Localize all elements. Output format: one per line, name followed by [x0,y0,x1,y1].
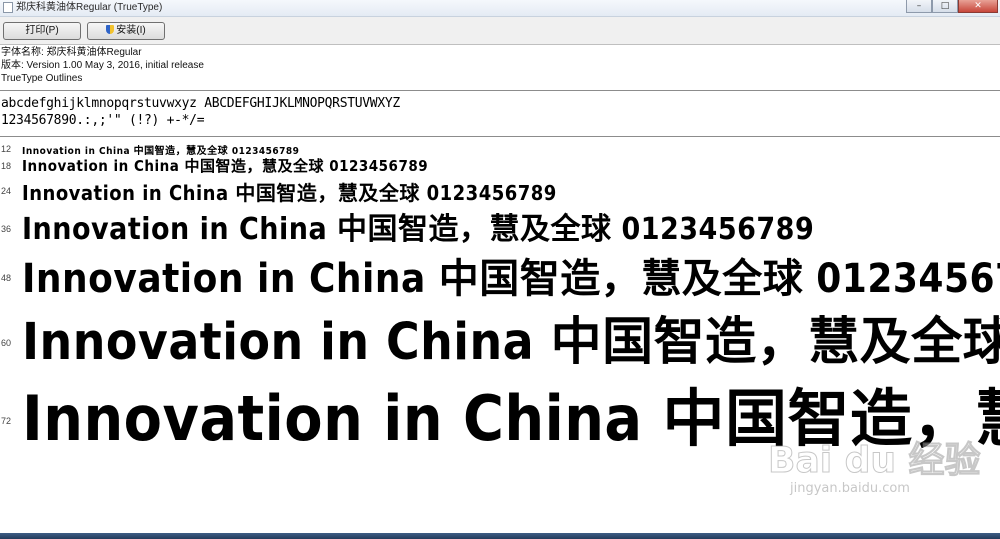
window-controls: – □ ✕ [906,0,998,14]
divider [0,136,1000,137]
sample-text: Innovation in China 中国智造，慧及全球 0123456789 [22,256,1000,298]
print-button-label: 打印(P) [25,25,59,36]
baidu-watermark: Bai du 经验 jingyan.baidu.com [768,440,982,521]
sample-text: Innovation in China 中国智造，慧及全球 0123456789 [22,157,429,175]
font-outline-line: TrueType Outlines [1,73,83,84]
sample-row-48: 48 Innovation in China 中国智造，慧及全球 0123456… [0,246,1000,298]
sample-row-24: 24 Innovation in China 中国智造，慧及全球 0123456… [0,177,1000,205]
sample-text: Innovation in China 中国智造，慧及全球 0123456789 [22,146,300,156]
sample-size-label: 36 [1,224,12,234]
sample-row-18: 18 Innovation in China 中国智造，慧及全球 0123456… [0,155,1000,177]
font-file-icon [3,2,13,13]
sample-text: Innovation in China 中国智造，慧及全球 0123456789 [22,212,815,244]
sample-size-label: 72 [1,416,12,426]
sample-row-12: 12 Innovation in China 中国智造，慧及全球 0123456… [0,142,1000,156]
toolbar: 打印(P) 安装(I) [0,17,1000,45]
sample-row-72: 72 Innovation in China 中国智造，慧及全球 0123456… [0,368,1000,452]
maximize-button[interactable]: □ [932,0,958,13]
window-title: 郑庆科黄油体Regular (TrueType) [16,2,163,13]
title-bar[interactable]: 郑庆科黄油体Regular (TrueType) – □ ✕ [0,0,1000,17]
sample-row-36: 36 Innovation in China 中国智造，慧及全球 0123456… [0,204,1000,244]
install-button[interactable]: 安装(I) [87,22,165,40]
sample-text: Innovation in China 中国智造，慧及全球 0123456789 [22,382,1000,452]
divider [0,90,1000,91]
uac-shield-icon [106,25,115,34]
install-button-label: 安装(I) [116,25,146,36]
charset-line-2: 1234567890.:,;'" (!?) +-*/= [1,113,205,128]
sample-size-label: 24 [1,186,12,196]
sample-size-label: 12 [1,144,12,154]
minimize-button[interactable]: – [906,0,932,13]
sample-size-label: 60 [1,338,12,348]
charset-line-1: abcdefghijklmnopqrstuvwxyz ABCDEFGHIJKLM… [1,96,400,111]
taskbar[interactable] [0,533,1000,539]
close-button[interactable]: ✕ [958,0,998,13]
font-version-line: 版本: Version 1.00 May 3, 2016, initial re… [1,60,204,71]
sample-row-60: 60 Innovation in China 中国智造，慧及全球 0123456… [0,300,1000,366]
baidu-url: jingyan.baidu.com [790,481,910,496]
sample-size-label: 18 [1,161,12,171]
font-viewer-window: 郑庆科黄油体Regular (TrueType) – □ ✕ 打印(P) 安装(… [0,0,1000,539]
font-name-line: 字体名称: 郑庆科黄油体Regular [1,47,142,58]
sample-size-label: 48 [1,273,12,283]
sample-text: Innovation in China 中国智造，慧及全球 0123456789 [22,313,1000,366]
sample-text: Innovation in China 中国智造，慧及全球 0123456789 [22,181,557,205]
font-info: 字体名称: 郑庆科黄油体Regular 版本: Version 1.00 May… [0,46,1000,85]
print-button[interactable]: 打印(P) [3,22,81,40]
